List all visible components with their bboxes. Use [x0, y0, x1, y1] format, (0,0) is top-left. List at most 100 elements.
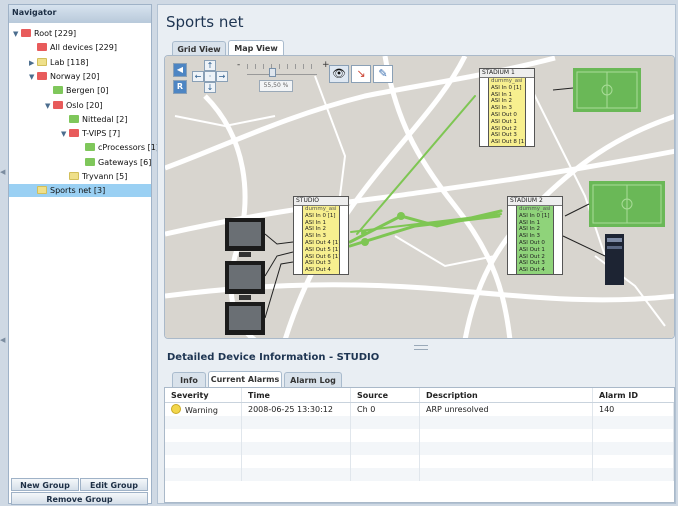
pan-down-icon[interactable]: ↓ [204, 82, 216, 93]
server-tower-icon[interactable] [605, 234, 624, 285]
new-group-button[interactable]: New Group [11, 478, 79, 491]
device-port[interactable]: ASI In 2 [303, 226, 339, 233]
device-port[interactable]: ASI Out 3 [517, 260, 553, 267]
device-port[interactable]: ASI In 1 [489, 92, 525, 99]
expand-toggle-icon[interactable]: ▼ [29, 71, 37, 84]
table-row[interactable]: Warning 2008-06-25 13:30:12 Ch 0 ARP unreso… [165, 402, 674, 416]
device-port[interactable]: ASI In 2 [517, 226, 553, 233]
device-port[interactable]: ASI Out 3 [489, 132, 525, 139]
device-stadium-1[interactable]: STADIUM 1 dummy_asi ASI In 0 [1] ASI In 1 AS… [479, 68, 535, 147]
pan-right-icon[interactable]: → [216, 71, 228, 82]
tab-current-alarms[interactable]: Current Alarms [208, 371, 282, 387]
zoom-slider[interactable] [247, 64, 317, 75]
tree-item[interactable]: All devices [229] [29, 41, 117, 54]
pan-left-arrow-icon[interactable]: ◀ [173, 63, 187, 77]
tree-item[interactable]: Tryvann [5] [61, 170, 127, 183]
tree-item[interactable]: Gateways [6] [77, 156, 151, 169]
network-map-canvas[interactable] [165, 56, 675, 339]
device-port[interactable]: ASI Out 8 [1] [489, 139, 525, 146]
device-port[interactable]: ASI In 3 [517, 233, 553, 240]
device-port[interactable]: ASI Out 4 [303, 267, 339, 274]
football-field-icon[interactable] [589, 181, 665, 227]
navigator-panel: Navigator ▼ Root [229] All devices [229] ▶ L… [8, 4, 159, 505]
col-description[interactable]: Description [419, 388, 593, 403]
col-alarm-id[interactable]: Alarm ID [592, 388, 674, 403]
device-port[interactable]: ASI Out 6 [1] [303, 254, 339, 261]
cell-text: Ch 0 [357, 405, 376, 414]
tree-item[interactable]: ▼ Norway [20] [29, 70, 99, 83]
connection-node[interactable] [361, 238, 369, 246]
collapse-left-arrow-icon-lower[interactable]: ◀ [0, 336, 6, 344]
device-port[interactable]: dummy_asi [303, 206, 339, 213]
pan-left-icon[interactable]: ← [192, 71, 204, 82]
device-port[interactable]: ASI Out 2 [517, 254, 553, 261]
zoom-value-field[interactable]: 55,50 % [259, 80, 293, 92]
edit-tool-icon[interactable]: ✎ [373, 65, 393, 83]
device-port[interactable]: ASI Out 2 [489, 126, 525, 133]
reset-view-icon[interactable]: R [173, 80, 187, 94]
tree-item[interactable]: ▶ Lab [118] [29, 56, 89, 69]
tree-item[interactable]: ▼ Oslo [20] [45, 99, 103, 112]
expand-toggle-icon[interactable]: ▶ [29, 57, 37, 70]
tab-alarm-log[interactable]: Alarm Log [284, 372, 342, 387]
device-port[interactable]: ASI Out 4 [1] [303, 240, 339, 247]
col-severity[interactable]: Severity [165, 388, 242, 403]
device-port[interactable]: dummy_asi [517, 206, 553, 213]
device-port[interactable]: ASI Out 3 [303, 260, 339, 267]
tree-item[interactable]: ▼ Root [229] [13, 27, 76, 40]
edit-group-button[interactable]: Edit Group [80, 478, 148, 491]
device-port[interactable]: ASI In 2 [489, 98, 525, 105]
device-port[interactable]: ASI Out 1 [489, 119, 525, 126]
device-port[interactable]: ASI In 0 [1] [489, 85, 525, 92]
col-time[interactable]: Time [241, 388, 351, 403]
pan-up-icon[interactable]: ↑ [204, 60, 216, 71]
folder-icon [85, 143, 95, 152]
map-view[interactable]: ◀ R ↑ ← · → ↓ - + 55,50 % 👁 ↘ ✎ STUDIO du… [164, 55, 675, 339]
tab-map-view[interactable]: Map View [228, 40, 284, 56]
connect-tool-icon[interactable]: ↘ [351, 65, 371, 83]
folder-icon [69, 172, 79, 180]
expand-toggle-icon[interactable]: ▼ [45, 100, 53, 113]
device-port[interactable]: ASI Out 5 [1] [303, 247, 339, 254]
tree-item[interactable]: ▼ T-VIPS [7] [61, 127, 120, 140]
col-source[interactable]: Source [350, 388, 420, 403]
device-port[interactable]: ASI In 3 [489, 105, 525, 112]
device-port[interactable]: dummy_asi [489, 78, 525, 85]
tree-item[interactable]: Sports net [3] [9, 184, 151, 198]
device-port[interactable]: ASI Out 1 [517, 247, 553, 254]
splitter-handle[interactable] [414, 345, 428, 350]
folder-icon [53, 86, 63, 95]
device-port[interactable]: ASI Out 0 [489, 112, 525, 119]
expand-toggle-icon[interactable]: ▼ [13, 28, 21, 41]
remove-group-button[interactable]: Remove Group [11, 492, 148, 505]
tab-grid-view[interactable]: Grid View [172, 41, 226, 56]
connection-node[interactable] [397, 212, 405, 220]
tab-info[interactable]: Info [172, 372, 206, 387]
page-title: Sports net [166, 13, 244, 31]
tree-item[interactable]: cProcessors [1] [77, 141, 159, 154]
empty-cell [419, 455, 593, 468]
empty-cell [350, 442, 420, 455]
pan-center-icon[interactable]: · [204, 71, 216, 82]
details-title: Detailed Device Information - STUDIO [167, 352, 380, 363]
zoom-slider-thumb[interactable] [269, 68, 276, 77]
device-port[interactable]: ASI Out 0 [517, 240, 553, 247]
device-port[interactable]: ASI In 1 [303, 220, 339, 227]
football-field-icon[interactable] [573, 68, 641, 112]
expand-toggle-icon[interactable]: ▼ [61, 128, 69, 141]
view-mode-eye-icon[interactable]: 👁 [329, 65, 349, 83]
tree-item[interactable]: Bergen [0] [45, 84, 109, 97]
connection-node[interactable] [361, 230, 367, 236]
device-port[interactable]: ASI Out 4 [517, 267, 553, 274]
zoom-minus-label[interactable]: - [237, 60, 240, 70]
device-port[interactable]: ASI In 3 [303, 233, 339, 240]
cell-description: ARP unresolved [419, 402, 593, 416]
device-studio[interactable]: STUDIO dummy_asi ASI In 0 [1] ASI In 1 ASI I… [293, 196, 349, 275]
device-port[interactable]: ASI In 1 [517, 220, 553, 227]
tree-item[interactable]: Nittedal [2] [61, 113, 127, 126]
device-stadium-2[interactable]: STADIUM 2 dummy_asi ASI In 0 [1] ASI In 1 AS… [507, 196, 563, 275]
monitor-icon[interactable] [225, 302, 265, 335]
collapse-left-arrow-icon[interactable]: ◀ [0, 168, 6, 176]
device-port[interactable]: ASI In 0 [1] [303, 213, 339, 220]
device-port[interactable]: ASI In 0 [1] [517, 213, 553, 220]
